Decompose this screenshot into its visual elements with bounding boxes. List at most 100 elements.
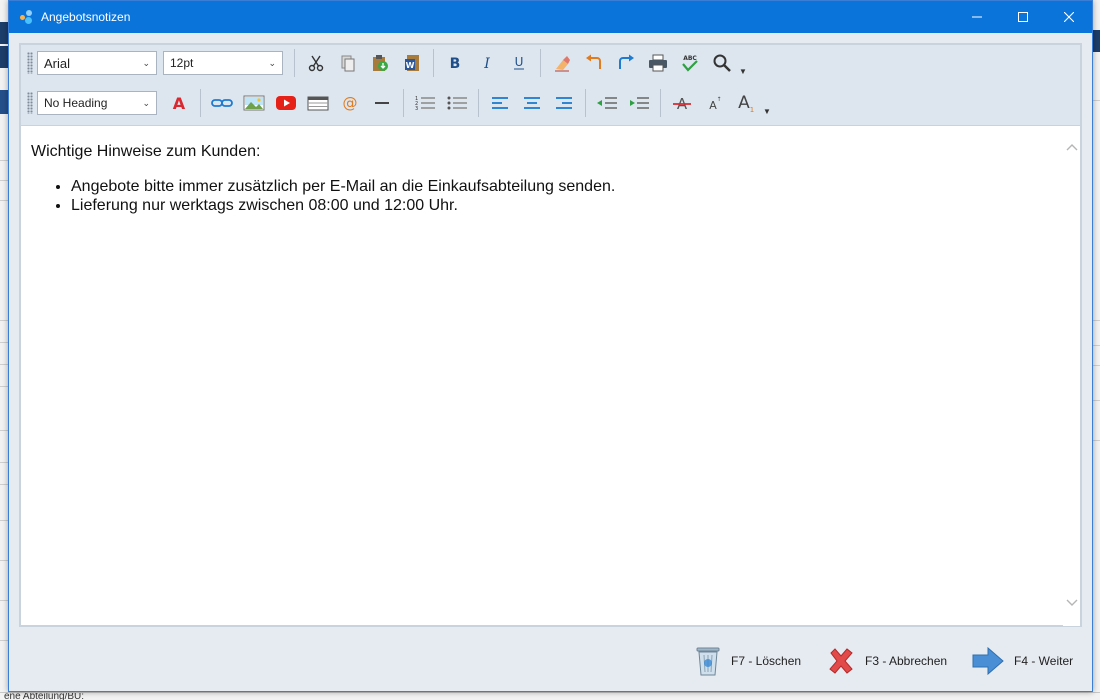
align-left-button[interactable] [484,88,516,118]
undo-button[interactable] [578,48,610,78]
copy-button[interactable] [332,48,364,78]
toolbar-separator [478,89,479,117]
redo-button[interactable] [610,48,642,78]
paste-from-word-button[interactable]: W [396,48,428,78]
cut-icon [308,55,324,72]
app-icon [18,9,34,25]
indent-icon [630,97,649,109]
scroll-up-arrow-icon[interactable] [1063,138,1080,155]
minimize-button[interactable] [954,1,1000,33]
cancel-button[interactable]: F3 - Abbrechen [827,641,947,681]
align-center-button[interactable] [516,88,548,118]
paste-button[interactable] [364,48,396,78]
scroll-down-arrow-icon[interactable] [1063,594,1080,611]
find-button[interactable] [706,48,738,78]
subscript-button[interactable]: A1 [730,88,762,118]
svg-text:ABC: ABC [683,55,697,62]
list-item: Angebote bitte immer zusätzlich per E-Ma… [71,177,1051,196]
next-button[interactable]: F4 - Weiter [972,641,1073,681]
strikethrough-button[interactable]: A [666,88,698,118]
align-right-button[interactable] [548,88,580,118]
toolbar-separator [585,89,586,117]
editor-content-area[interactable]: Wichtige Hinweise zum Kunden: Angebote b… [21,125,1080,626]
font-color-icon: A [173,94,186,112]
font-family-value: Arial [44,55,71,71]
next-button-label: F4 - Weiter [1014,654,1074,668]
chevron-down-icon: ⌄ [142,57,150,68]
maximize-icon [1018,12,1028,22]
svg-text:B: B [450,56,461,72]
insert-table-icon [307,96,329,111]
spellcheck-button[interactable]: ABC [674,48,706,78]
svg-text:A: A [173,94,186,112]
insert-email-icon: @ [343,94,358,112]
copy-icon [341,55,355,72]
bold-button[interactable]: B [439,48,471,78]
document-heading: Wichtige Hinweise zum Kunden: [31,143,261,160]
redo-icon [619,54,634,69]
cancel-button-label: F3 - Abbrechen [865,654,948,668]
svg-text:1: 1 [750,106,754,113]
insert-image-button[interactable] [238,88,270,118]
unordered-list-button[interactable] [441,88,473,118]
red-x-icon [827,647,855,675]
superscript-button[interactable]: A ↑ [698,88,730,118]
clear-formatting-button[interactable] [546,48,578,78]
toolbar-overflow-button-2[interactable]: ▼ [762,88,772,118]
paste-icon [373,55,388,71]
cut-button[interactable] [300,48,332,78]
toolbar-separator [660,89,661,117]
heading-select[interactable]: No Heading ⌄ [37,91,157,115]
outdent-button[interactable] [591,88,623,118]
font-color-button[interactable]: A [163,88,195,118]
indent-button[interactable] [623,88,655,118]
toolbar-overflow-button-1[interactable]: ▼ [738,48,748,78]
maximize-button[interactable] [1000,1,1046,33]
insert-video-icon [276,96,296,110]
find-icon [713,54,731,72]
toolbar-grip[interactable] [27,52,33,74]
title-bar[interactable]: Angebotsnotizen [9,1,1092,33]
insert-link-icon [211,99,233,107]
svg-text:U: U [515,55,524,69]
arrow-right-icon [972,647,1004,675]
document-body[interactable]: Wichtige Hinweise zum Kunden: Angebote b… [31,142,1051,215]
insert-image-icon [243,95,265,111]
toolbar-separator [294,49,295,77]
font-size-select[interactable]: 12pt ⌄ [163,51,283,75]
background-app-bottom: ene Abteilung/BU: [0,692,1100,700]
notes-dialog: Angebotsnotizen Arial ⌄ 12pt ⌄ W B I U A… [8,0,1093,692]
underline-button[interactable]: U [503,48,535,78]
italic-button[interactable]: I [471,48,503,78]
insert-link-button[interactable] [206,88,238,118]
print-button[interactable] [642,48,674,78]
close-button[interactable] [1046,1,1092,33]
note-list: Angebote bitte immer zusätzlich per E-Ma… [71,177,1051,215]
undo-icon [586,54,601,69]
horizontal-rule-icon [375,102,389,104]
underline-icon: U [514,55,524,70]
insert-table-button[interactable] [302,88,334,118]
svg-text:I: I [483,56,490,72]
insert-video-button[interactable] [270,88,302,118]
svg-text:A: A [738,93,750,113]
strikethrough-icon: A [673,95,691,112]
superscript-icon: A ↑ [709,96,721,112]
font-family-select[interactable]: Arial ⌄ [37,51,157,75]
align-center-icon [524,97,540,109]
delete-button[interactable]: F7 - Löschen [695,641,801,681]
ordered-list-icon: 123 [415,96,435,112]
insert-email-button[interactable]: @ [334,88,366,118]
background-bottom-text: ene Abteilung/BU: [4,692,85,700]
outdent-icon [597,97,617,109]
chevron-down-icon: ⌄ [268,57,276,68]
toolbar-separator [433,49,434,77]
toolbar-row-1: Arial ⌄ 12pt ⌄ W B I U ABC ▼ [21,45,748,81]
toolbar-separator [540,49,541,77]
horizontal-rule-button[interactable] [366,88,398,118]
svg-text:@: @ [343,94,358,112]
toolbar-grip[interactable] [27,92,33,114]
vertical-scrollbar[interactable] [1063,126,1080,626]
ordered-list-button[interactable]: 123 [409,88,441,118]
align-right-icon [556,97,572,109]
